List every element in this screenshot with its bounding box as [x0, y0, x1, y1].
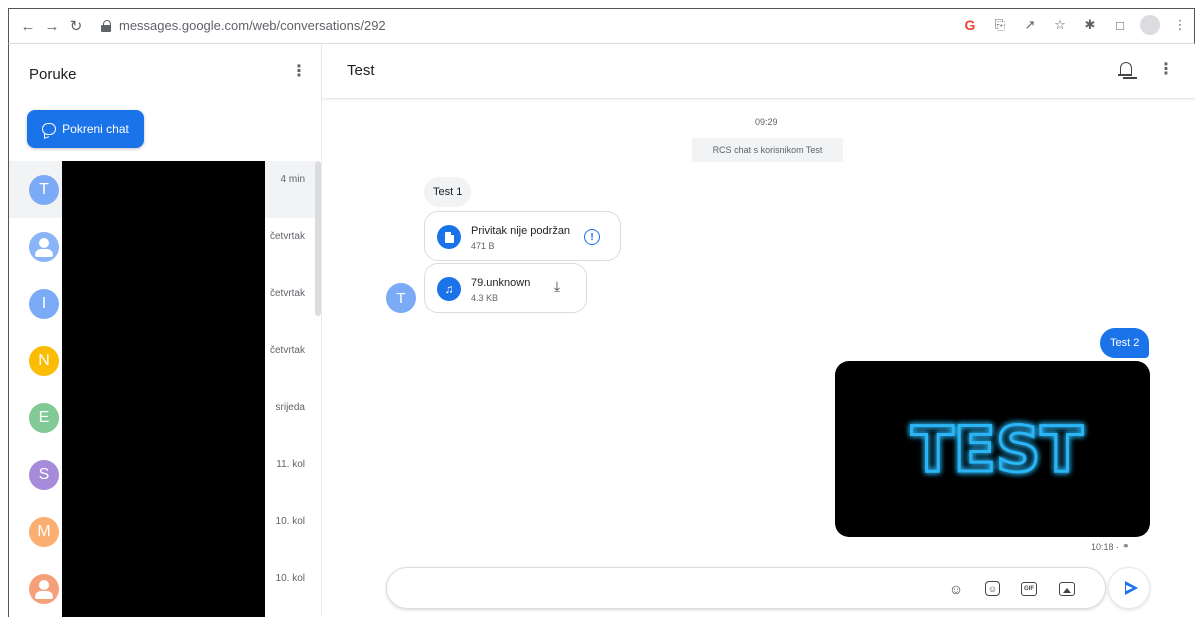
attachment-size: 471 B [471, 241, 495, 251]
conversation-time: 10. kol [275, 573, 305, 584]
sticker-icon[interactable]: ☺ [985, 581, 1000, 596]
document-icon [437, 225, 461, 249]
conversation-panel: Test ⋮ 09:29 RCS chat s korisnikom Test … [322, 44, 1195, 617]
contact-person-avatar [29, 232, 59, 262]
attachment-name: 79.unknown [471, 277, 531, 289]
install-app-icon[interactable]: ⎘ [990, 15, 1010, 35]
sidebar-title: Poruke [29, 66, 77, 83]
extensions-icon[interactable]: ✱ [1080, 15, 1100, 35]
conversation-time: srijeda [275, 402, 305, 413]
sidebar-scrollbar[interactable] [315, 161, 321, 316]
contact-person-avatar [29, 574, 59, 604]
attachment-size: 4.3 KB [471, 293, 499, 303]
attachment-name: Privitak nije podržan [471, 225, 571, 237]
message-input[interactable] [403, 576, 933, 602]
bookmark-star-icon[interactable]: ☆ [1050, 15, 1070, 35]
outgoing-time: 10:18 · [1091, 541, 1120, 552]
contact-avatar: E [29, 403, 59, 433]
conversation-time: 10. kol [275, 516, 305, 527]
lock-icon [101, 20, 111, 32]
profile-avatar-icon[interactable] [1140, 15, 1160, 35]
info-alert-icon[interactable]: ! [584, 229, 600, 245]
neon-test-text: TEST [911, 413, 1083, 486]
browser-actions: G ⎘ ↗ ☆ ✱ □ ⋮ [960, 15, 1190, 35]
attachment-audio-file[interactable]: ♫ 79.unknown 4.3 KB ⤓ [424, 263, 587, 313]
redacted-contact-names [62, 161, 265, 617]
person-icon [29, 574, 59, 604]
sender-avatar[interactable]: T [386, 283, 416, 313]
outgoing-image[interactable]: TEST [835, 361, 1150, 537]
gif-icon[interactable]: GIF [1021, 582, 1037, 596]
conversation-more-icon[interactable]: ⋮ [1158, 60, 1174, 80]
contact-avatar: M [29, 517, 59, 547]
outgoing-message-bubble[interactable]: Test 2 [1100, 328, 1150, 358]
conversation-time: 11. kol [276, 459, 305, 470]
conversation-time: četvrtak [269, 231, 305, 242]
chat-bubble-icon [42, 123, 57, 135]
browser-menu-icon[interactable]: ⋮ [1170, 15, 1190, 35]
conversation-header: Test ⋮ [322, 44, 1195, 99]
rcs-chat-notice: RCS chat s korisnikom Test [692, 138, 843, 162]
delivered-icon: ⚭ [1122, 541, 1130, 551]
download-icon[interactable]: ⤓ [550, 278, 564, 296]
start-chat-label: Pokreni chat [62, 122, 129, 136]
contact-avatar: N [29, 346, 59, 376]
back-button[interactable]: ← [19, 17, 37, 35]
conversation-time: 4 min [280, 174, 305, 185]
conversation-time: četvrtak [269, 345, 305, 356]
google-icon[interactable]: G [960, 15, 980, 35]
conversation-time: četvrtak [269, 288, 305, 299]
contact-avatar: T [29, 175, 59, 205]
conversation-title: Test [347, 62, 375, 79]
address-bar[interactable]: messages.google.com/web/conversations/29… [101, 14, 386, 38]
attachment-unsupported[interactable]: Privitak nije podržan 471 B ! [424, 211, 621, 261]
music-note-icon: ♫ [437, 277, 461, 301]
conversation-sidebar: Poruke ⋮ Pokreni chat T 4 min četvrtak Ičet… [8, 44, 322, 617]
side-panel-icon[interactable]: □ [1110, 15, 1130, 35]
person-icon [29, 232, 59, 262]
forward-button[interactable]: → [43, 17, 61, 35]
reload-button[interactable]: ↻ [67, 17, 85, 35]
contact-avatar: S [29, 460, 59, 490]
notifications-bell-icon[interactable] [1118, 61, 1134, 79]
address-url[interactable]: messages.google.com/web/conversations/29… [119, 14, 386, 38]
contact-avatar: I [29, 289, 59, 319]
start-chat-button[interactable]: Pokreni chat [27, 110, 144, 148]
browser-toolbar: ← → ↻ messages.google.com/web/conversati… [8, 8, 1195, 44]
emoji-icon[interactable]: ☺ [947, 580, 965, 598]
attach-media-icon[interactable] [1059, 582, 1075, 596]
sidebar-more-icon[interactable]: ⋮ [291, 62, 307, 82]
neon-test-image: TEST [910, 412, 1085, 488]
message-timestamp: 09:29 [755, 117, 778, 127]
send-button[interactable] [1108, 567, 1150, 609]
send-icon [1124, 581, 1138, 595]
outgoing-message-meta: 10:18 · ⚭ [1091, 541, 1130, 552]
incoming-message-bubble[interactable]: Test 1 [424, 177, 472, 207]
message-composer: ☺ ☺ GIF [386, 567, 1106, 609]
share-icon[interactable]: ↗ [1020, 15, 1040, 35]
